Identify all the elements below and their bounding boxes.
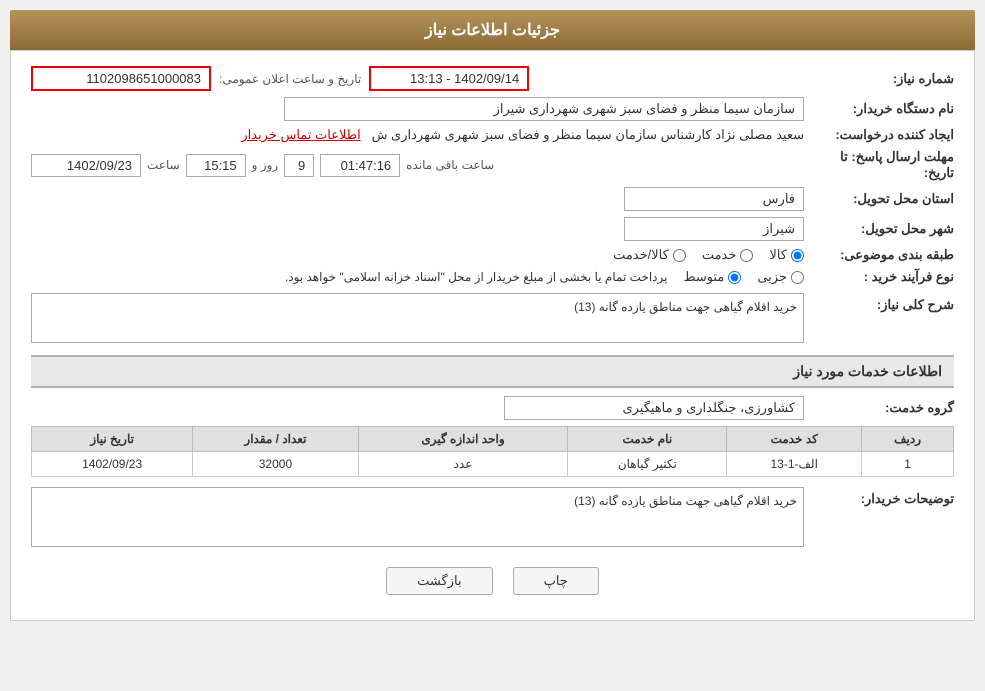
city-row: شهر محل تحویل: شیراز: [31, 217, 954, 241]
buyer-org-row: نام دستگاه خریدار: سازمان سیما منظر و فض…: [31, 97, 954, 121]
deadline-days: 9: [284, 154, 314, 177]
purchase-type-mutavasset-item: متوسط: [683, 269, 741, 285]
need-desc-value-wrap: خرید اقلام گیاهی جهت مناطق یازده گانه (1…: [31, 293, 804, 343]
category-options: کالا خدمت کالا/خدمت: [31, 247, 804, 263]
buyer-desc-value-wrap: خرید اقلام گیاهی جهت مناطق یازده گانه (1…: [31, 487, 804, 547]
col-code: کد خدمت: [727, 427, 862, 452]
cell-qty: 32000: [193, 452, 358, 477]
creator-value-wrap: سعید مصلی نژاد کارشناس سازمان سیما منظر …: [31, 127, 804, 143]
need-desc-value: خرید اقلام گیاهی جهت مناطق یازده گانه (1…: [31, 293, 804, 343]
need-number-label: شماره نیاز:: [804, 71, 954, 87]
col-name: نام خدمت: [568, 427, 727, 452]
buyer-org-value-wrap: سازمان سیما منظر و فضای سبز شهری شهرداری…: [31, 97, 804, 121]
deadline-time: 15:15: [186, 154, 246, 177]
buyer-org-value: سازمان سیما منظر و فضای سبز شهری شهرداری…: [284, 97, 804, 121]
category-both-label: کالا/خدمت: [613, 247, 669, 263]
category-khedmat-label: خدمت: [702, 247, 737, 263]
cell-row: 1: [862, 452, 954, 477]
contact-link[interactable]: اطلاعات تماس خریدار: [241, 127, 360, 142]
deadline-time-label: ساعت: [147, 158, 180, 172]
deadline-remaining: 01:47:16: [320, 154, 400, 177]
creator-row: ایجاد کننده درخواست: سعید مصلی نژاد کارش…: [31, 127, 954, 143]
cell-date: 1402/09/23: [32, 452, 193, 477]
category-row: طبقه بندی موضوعی: کالا خدمت کالا/خدمت: [31, 247, 954, 263]
buyer-desc-value: خرید اقلام گیاهی جهت مناطق یازده گانه (1…: [31, 487, 804, 547]
purchase-type-wrap: جزیی متوسط پرداخت تمام یا بخشی از مبلغ خ…: [31, 269, 804, 285]
service-group-row: گروه خدمت: کشاورزی، جنگلداری و ماهیگیری: [31, 396, 954, 420]
city-value-wrap: شیراز: [31, 217, 804, 241]
province-value-wrap: فارس: [31, 187, 804, 211]
buyer-desc-row: توضیحات خریدار: خرید اقلام گیاهی جهت منا…: [31, 487, 954, 547]
back-button[interactable]: بازگشت: [386, 567, 492, 595]
category-kala-item: کالا: [769, 247, 804, 263]
purchase-type-jozee-item: جزیی: [757, 269, 804, 285]
buyer-desc-text: خرید اقلام گیاهی جهت مناطق یازده گانه (1…: [574, 494, 797, 508]
print-button[interactable]: چاپ: [513, 567, 599, 595]
service-group-label: گروه خدمت:: [804, 400, 954, 416]
need-desc-label: شرح کلی نیاز:: [804, 293, 954, 313]
need-desc-row: شرح کلی نیاز: خرید اقلام گیاهی جهت مناطق…: [31, 293, 954, 343]
services-table: ردیف کد خدمت نام خدمت واحد اندازه گیری ت…: [31, 426, 954, 477]
col-unit: واحد اندازه گیری: [358, 427, 568, 452]
deadline-day-label: روز و: [252, 158, 279, 172]
main-card: شماره نیاز: 1102098651000083 تاریخ و ساع…: [10, 50, 975, 621]
deadline-value-wrap: 1402/09/23 ساعت 15:15 روز و 9 01:47:16 س…: [31, 154, 804, 177]
creator-value: سعید مصلی نژاد کارشناس سازمان سیما منظر …: [372, 127, 804, 142]
category-both-item: کالا/خدمت: [613, 247, 686, 263]
announce-value: 1402/09/14 - 13:13: [369, 66, 529, 91]
category-khedmat-radio[interactable]: [740, 249, 753, 262]
need-desc-text: خرید اقلام گیاهی جهت مناطق یازده گانه (1…: [574, 300, 797, 314]
purchase-type-mutavasset-radio[interactable]: [728, 271, 741, 284]
cell-code: الف-1-13: [727, 452, 862, 477]
category-label: طبقه بندی موضوعی:: [804, 247, 954, 263]
city-value: شیراز: [624, 217, 804, 241]
cell-unit: عدد: [358, 452, 568, 477]
btn-row: چاپ بازگشت: [31, 567, 954, 605]
col-qty: تعداد / مقدار: [193, 427, 358, 452]
creator-label: ایجاد کننده درخواست:: [804, 127, 954, 143]
category-khedmat-item: خدمت: [702, 247, 754, 263]
province-row: استان محل تحویل: فارس: [31, 187, 954, 211]
services-section-title: اطلاعات خدمات مورد نیاز: [31, 355, 954, 388]
purchase-type-mutavasset-label: متوسط: [683, 269, 724, 285]
page-title: جزئیات اطلاعات نیاز: [425, 22, 560, 39]
col-date: تاریخ نیاز: [32, 427, 193, 452]
need-number-value-wrap: 1102098651000083 تاریخ و ساعت اعلان عموم…: [31, 66, 804, 91]
service-group-value: کشاورزی، جنگلداری و ماهیگیری: [504, 396, 804, 420]
table-row: 1 الف-1-13 تکثیر گیاهان عدد 32000 1402/0…: [32, 452, 954, 477]
deadline-row: مهلت ارسال پاسخ: تا تاریخ: 1402/09/23 سا…: [31, 149, 954, 181]
purchase-type-jozee-label: جزیی: [757, 269, 787, 285]
city-label: شهر محل تحویل:: [804, 221, 954, 237]
cell-name: تکثیر گیاهان: [568, 452, 727, 477]
col-row: ردیف: [862, 427, 954, 452]
category-kala-radio[interactable]: [791, 249, 804, 262]
deadline-remaining-label: ساعت باقی مانده: [406, 158, 494, 172]
category-kala-label: کالا: [769, 247, 787, 263]
deadline-date: 1402/09/23: [31, 154, 141, 177]
purchase-type-row: نوع فرآیند خرید : جزیی متوسط پرداخت تمام…: [31, 269, 954, 285]
buyer-desc-label: توضیحات خریدار:: [804, 487, 954, 507]
need-number-value: 1102098651000083: [31, 66, 211, 91]
province-value: فارس: [624, 187, 804, 211]
page-container: جزئیات اطلاعات نیاز شماره نیاز: 11020986…: [0, 0, 985, 691]
service-group-value-wrap: کشاورزی، جنگلداری و ماهیگیری: [31, 396, 804, 420]
purchase-type-jozee-radio[interactable]: [791, 271, 804, 284]
category-both-radio[interactable]: [673, 249, 686, 262]
purchase-type-label: نوع فرآیند خرید :: [804, 269, 954, 285]
buyer-org-label: نام دستگاه خریدار:: [804, 101, 954, 117]
announce-label: تاریخ و ساعت اعلان عمومی:: [219, 72, 361, 86]
deadline-label: مهلت ارسال پاسخ: تا تاریخ:: [804, 149, 954, 181]
need-number-row: شماره نیاز: 1102098651000083 تاریخ و ساع…: [31, 66, 954, 91]
page-header: جزئیات اطلاعات نیاز: [10, 10, 975, 50]
purchase-type-note: پرداخت تمام یا بخشی از مبلغ خریدار از مح…: [285, 270, 668, 284]
province-label: استان محل تحویل:: [804, 191, 954, 207]
